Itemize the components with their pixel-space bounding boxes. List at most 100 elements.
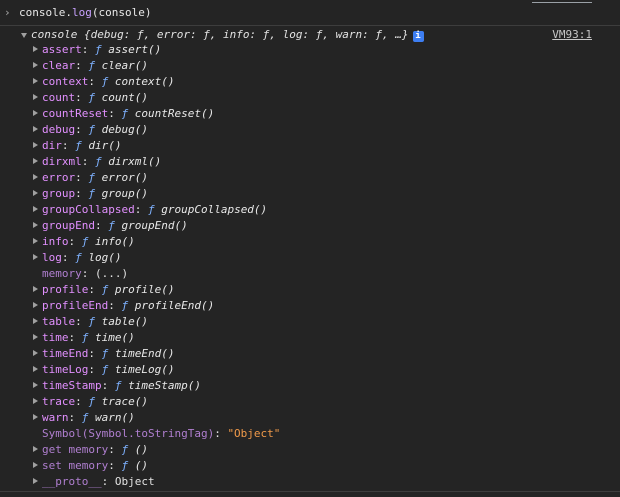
function-marker: ƒ [75,139,82,152]
object-preview[interactable]: console {debug: ƒ, error: ƒ, info: ƒ, lo… [31,28,424,42]
bottom-divider [0,491,620,497]
expand-triangle-right-icon[interactable] [33,206,38,212]
expand-triangle-right-icon[interactable] [33,478,38,484]
property-key: context [42,75,89,88]
expand-triangle-right-icon[interactable] [33,446,38,452]
expand-triangle-right-icon[interactable] [33,462,38,468]
expand-triangle-right-icon[interactable] [33,190,38,196]
expand-triangle-down-icon[interactable] [21,33,27,38]
property-key: log [42,251,62,264]
function-signature: info() [95,235,135,248]
property-row[interactable]: warn: ƒ warn() [0,410,620,426]
property-row[interactable]: dirxml: ƒ dirxml() [0,154,620,170]
property-key: get memory [42,443,109,456]
property-row[interactable]: get memory: ƒ () [0,442,620,458]
property-row[interactable]: debug: ƒ debug() [0,122,620,138]
expand-triangle-right-icon[interactable] [33,334,38,340]
info-icon[interactable]: i [412,31,424,42]
function-signature: () [134,443,148,456]
expand-triangle-right-icon[interactable] [33,46,38,52]
function-signature: error() [101,171,148,184]
function-marker: ƒ [88,187,95,200]
expand-triangle-right-icon[interactable] [33,126,38,132]
expand-triangle-right-icon[interactable] [33,94,38,100]
property-row[interactable]: timeStamp: ƒ timeStamp() [0,378,620,394]
property-separator: : [75,187,89,200]
property-key: countReset [42,107,109,120]
property-text: profile: ƒ profile() [42,282,174,298]
expand-triangle-right-icon[interactable] [33,238,38,244]
property-key: debug [42,123,76,136]
property-row[interactable]: assert: ƒ assert() [0,42,620,58]
property-row[interactable]: countReset: ƒ countReset() [0,106,620,122]
property-row[interactable]: groupCollapsed: ƒ groupCollapsed() [0,202,620,218]
console-command[interactable]: console.log(console) [19,6,151,20]
property-row[interactable]: time: ƒ time() [0,330,620,346]
function-marker: ƒ [95,43,102,56]
property-key: profileEnd [42,299,109,312]
console-object-header[interactable]: console {debug: ƒ, error: ƒ, info: ƒ, lo… [0,27,620,43]
property-string-value: "Object" [227,427,281,440]
property-row[interactable]: table: ƒ table() [0,314,620,330]
property-text: profileEnd: ƒ profileEnd() [42,298,214,314]
property-row[interactable]: trace: ƒ trace() [0,394,620,410]
property-row[interactable]: timeEnd: ƒ timeEnd() [0,346,620,362]
expand-triangle-right-icon[interactable] [33,302,38,308]
property-row[interactable]: __proto__: Object [0,474,620,490]
source-link[interactable]: VM93:1 [552,28,592,42]
property-row[interactable]: profileEnd: ƒ profileEnd() [0,298,620,314]
expand-triangle-right-icon[interactable] [33,382,38,388]
expand-triangle-right-icon[interactable] [33,110,38,116]
expand-triangle-right-icon[interactable] [33,414,38,420]
expand-triangle-right-icon[interactable] [33,366,38,372]
expand-triangle-right-icon[interactable] [33,350,38,356]
property-text: error: ƒ error() [42,170,148,186]
property-text: info: ƒ info() [42,234,135,250]
expand-triangle-right-icon[interactable] [33,318,38,324]
expand-triangle-right-icon[interactable] [33,158,38,164]
expand-triangle-right-icon[interactable] [33,62,38,68]
property-row[interactable]: context: ƒ context() [0,74,620,90]
property-separator: : [214,427,228,440]
property-row[interactable]: set memory: ƒ () [0,458,620,474]
property-row[interactable]: error: ƒ error() [0,170,620,186]
property-row[interactable]: memory: (...) [0,266,620,282]
expand-triangle-right-icon[interactable] [33,222,38,228]
property-text: log: ƒ log() [42,250,122,266]
property-row[interactable]: log: ƒ log() [0,250,620,266]
property-key: set memory [42,459,109,472]
property-row[interactable]: clear: ƒ clear() [0,58,620,74]
expand-triangle-right-icon[interactable] [33,398,38,404]
property-key: error [42,171,76,184]
property-row[interactable]: profile: ƒ profile() [0,282,620,298]
property-separator: : [81,267,95,280]
property-separator: : [101,379,115,392]
property-separator: : [75,91,89,104]
property-row[interactable]: timeLog: ƒ timeLog() [0,362,620,378]
expand-triangle-right-icon[interactable] [33,286,38,292]
property-row[interactable]: Symbol(Symbol.toStringTag): "Object" [0,426,620,442]
expand-triangle-right-icon[interactable] [33,142,38,148]
property-separator: : [108,299,122,312]
function-marker: ƒ [88,91,95,104]
property-row[interactable]: info: ƒ info() [0,234,620,250]
console-input-row: › console.log(console) [0,0,620,26]
property-separator: : [75,315,89,328]
expand-triangle-right-icon[interactable] [33,78,38,84]
expand-triangle-right-icon[interactable] [33,254,38,260]
property-key: table [42,315,76,328]
function-marker: ƒ [95,155,102,168]
property-text: debug: ƒ debug() [42,122,148,138]
property-row[interactable]: group: ƒ group() [0,186,620,202]
property-key: Symbol(Symbol.toStringTag) [42,427,215,440]
property-row[interactable]: groupEnd: ƒ groupEnd() [0,218,620,234]
property-value[interactable]: (...) [95,267,128,280]
property-key: dirxml [42,155,82,168]
property-separator: : [88,283,102,296]
property-row[interactable]: count: ƒ count() [0,90,620,106]
property-row[interactable]: dir: ƒ dir() [0,138,620,154]
function-signature: trace() [101,395,148,408]
function-signature: timeStamp() [128,379,201,392]
property-text: count: ƒ count() [42,90,148,106]
expand-triangle-right-icon[interactable] [33,174,38,180]
